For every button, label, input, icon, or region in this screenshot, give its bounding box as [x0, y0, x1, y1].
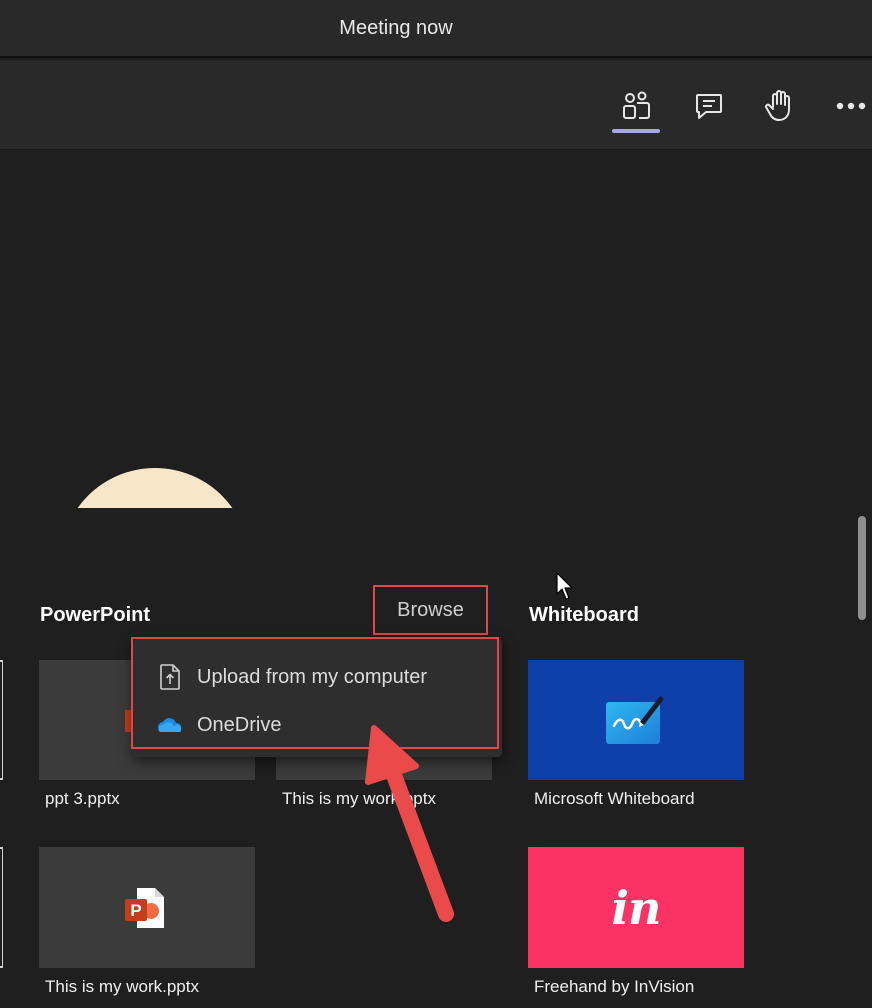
raise-hand-button[interactable]	[759, 86, 799, 126]
menu-item-label: OneDrive	[197, 713, 282, 736]
file-tile-label: ppt 3.pptx	[45, 789, 120, 808]
more-actions-button[interactable]	[832, 86, 872, 126]
avatar	[60, 468, 250, 510]
whiteboard-section-title: Whiteboard	[529, 604, 639, 626]
more-icon	[836, 102, 866, 110]
menu-item-label: Upload from my computer	[197, 665, 428, 688]
menu-item-onedrive[interactable]: OneDrive	[133, 701, 499, 749]
browse-menu: Upload from my computer OneDrive	[133, 639, 502, 757]
onedrive-icon	[157, 712, 183, 738]
powerpoint-icon: P	[125, 888, 164, 928]
file-tile[interactable]: P	[39, 847, 255, 968]
chat-button[interactable]	[689, 86, 729, 126]
teams-meeting-window: Meeting now PowerPoint Browse ppt 3.pptx…	[0, 0, 872, 1008]
people-icon	[623, 91, 650, 119]
meeting-stage	[0, 151, 872, 510]
browse-button[interactable]: Browse	[373, 585, 488, 635]
people-button[interactable]	[616, 86, 656, 126]
browse-label: Browse	[397, 598, 464, 621]
whiteboard-app-tile[interactable]	[528, 660, 744, 780]
invision-app-label: Freehand by InVision	[534, 977, 695, 996]
powerpoint-section-title: PowerPoint	[40, 604, 151, 626]
invision-logo: in	[611, 880, 662, 935]
title-bar: Meeting now	[0, 0, 872, 58]
meeting-toolbar	[0, 60, 872, 150]
file-tile-label: This is my work.pptx	[282, 789, 436, 808]
chat-icon	[696, 94, 722, 119]
active-tab-indicator	[612, 129, 660, 133]
whiteboard-app-label: Microsoft Whiteboard	[534, 789, 695, 808]
window-title: Meeting now	[339, 16, 453, 39]
file-tile-label: This is my work.pptx	[45, 977, 199, 996]
menu-item-upload[interactable]: Upload from my computer	[133, 653, 499, 701]
hand-icon	[765, 90, 790, 121]
svg-text:P: P	[130, 901, 141, 920]
whiteboard-icon	[606, 696, 664, 744]
mouse-cursor-icon	[556, 572, 573, 600]
upload-file-icon	[157, 664, 183, 690]
scrollbar-thumb[interactable]	[858, 516, 866, 620]
invision-app-tile[interactable]: in	[528, 847, 744, 968]
